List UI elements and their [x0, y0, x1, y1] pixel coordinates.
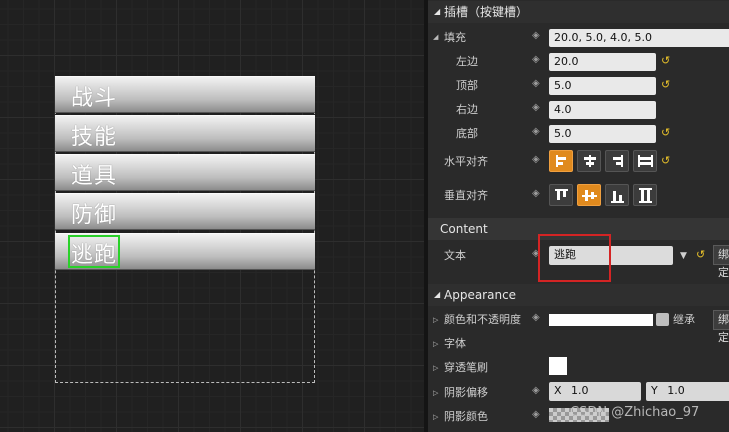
padding-right-field[interactable]: 4.0 — [549, 101, 656, 119]
expand-arrow-icon[interactable]: ▷ — [433, 316, 438, 324]
reset-arrow-icon[interactable]: ↺ — [661, 78, 670, 91]
halign-left-icon[interactable] — [549, 150, 573, 172]
right-label: 右边 — [456, 103, 478, 116]
bind-button[interactable]: 绑定 — [713, 310, 729, 344]
padding-top-field[interactable]: 5.0 — [549, 77, 656, 95]
padding-bottom-field[interactable]: 5.0 — [549, 125, 656, 143]
binding-diamond-icon[interactable]: ◈ — [532, 188, 540, 199]
content-section-title: Content — [440, 222, 488, 236]
text-label: 文本 — [444, 249, 466, 262]
designer-canvas[interactable]: 战斗 技能 道具 防御 逃跑 — [0, 0, 424, 432]
padding-label: 填充 — [444, 31, 466, 44]
padding-left-field[interactable]: 20.0 — [549, 53, 656, 71]
content-section-header[interactable]: Content — [428, 218, 729, 240]
appearance-section-title: Appearance — [444, 288, 517, 302]
menu-button-escape[interactable]: 逃跑 — [55, 233, 315, 270]
binding-diamond-icon[interactable]: ◈ — [532, 312, 540, 323]
reset-arrow-icon[interactable]: ↺ — [661, 154, 670, 167]
x-prefix: X — [554, 384, 562, 397]
top-label: 顶部 — [456, 79, 478, 92]
menu-button-item[interactable]: 道具 — [55, 154, 315, 191]
menu-button-skill[interactable]: 技能 — [55, 115, 315, 152]
expand-arrow-icon[interactable]: ▷ — [433, 340, 438, 348]
expand-arrow-icon[interactable]: ▷ — [433, 389, 438, 397]
collapse-arrow-icon[interactable]: ◢ — [434, 1, 440, 23]
valign-bottom-icon[interactable] — [605, 184, 629, 206]
menu-button-label: 战斗 — [71, 86, 118, 111]
reset-arrow-icon[interactable]: ↺ — [661, 126, 670, 139]
valign-top-icon[interactable] — [549, 184, 573, 206]
halign-center-icon[interactable] — [577, 150, 601, 172]
inherit-label: 继承 — [673, 313, 695, 326]
menu-button-label: 道具 — [71, 164, 118, 189]
bottom-label: 底部 — [456, 127, 478, 140]
valign-fill-icon[interactable] — [633, 184, 657, 206]
padding-field[interactable]: 20.0, 5.0, 4.0, 5.0 — [549, 29, 729, 47]
slot-section-header[interactable]: ◢ 插槽（按键槽） — [428, 1, 729, 23]
details-panel: ◢ 插槽（按键槽） ◢ 填充 ◈ 20.0, 5.0, 4.0, 5.0 左边 … — [424, 0, 729, 432]
dropdown-arrow-icon[interactable]: ▼ — [680, 249, 687, 263]
halign-label: 水平对齐 — [444, 155, 488, 168]
expand-arrow-icon[interactable]: ▷ — [433, 413, 438, 421]
font-label: 字体 — [444, 337, 466, 350]
binding-diamond-icon[interactable]: ◈ — [532, 409, 540, 420]
binding-diamond-icon[interactable]: ◈ — [532, 54, 540, 65]
reset-arrow-icon[interactable]: ↺ — [661, 54, 670, 67]
collapse-arrow-icon[interactable]: ◢ — [434, 284, 440, 306]
menu-button-label: 防御 — [71, 203, 118, 228]
bind-button[interactable]: 绑定 — [713, 245, 729, 279]
slot-section-title: 插槽（按键槽） — [444, 5, 529, 19]
menu-button-label: 技能 — [71, 125, 118, 150]
y-prefix: Y — [651, 384, 658, 397]
shadow-color-label: 阴影颜色 — [444, 410, 488, 423]
strike-brush-label: 穿透笔刷 — [444, 361, 488, 374]
binding-diamond-icon[interactable]: ◈ — [532, 30, 540, 41]
menu-button-label: 逃跑 — [71, 243, 118, 268]
y-value: 1.0 — [667, 384, 685, 397]
shadow-offset-label: 阴影偏移 — [444, 386, 488, 399]
expand-arrow-icon[interactable]: ▷ — [433, 364, 438, 372]
valign-center-icon[interactable] — [577, 184, 601, 206]
valign-label: 垂直对齐 — [444, 189, 488, 202]
color-swatch[interactable] — [549, 314, 653, 326]
menu-button-defend[interactable]: 防御 — [55, 193, 315, 230]
menu-button-fight[interactable]: 战斗 — [55, 76, 315, 113]
text-input[interactable]: 逃跑 — [549, 246, 673, 265]
binding-diamond-icon[interactable]: ◈ — [532, 154, 540, 165]
color-label: 颜色和不透明度 — [444, 313, 521, 326]
binding-diamond-icon[interactable]: ◈ — [532, 102, 540, 113]
binding-diamond-icon[interactable]: ◈ — [532, 248, 540, 259]
appearance-section-header[interactable]: ◢ Appearance — [428, 284, 729, 306]
left-label: 左边 — [456, 55, 478, 68]
watermark: CSDN @Zhichao_97 — [570, 405, 700, 420]
binding-diamond-icon[interactable]: ◈ — [532, 126, 540, 137]
halign-fill-icon[interactable] — [633, 150, 657, 172]
halign-right-icon[interactable] — [605, 150, 629, 172]
shadow-offset-x-field[interactable]: X 1.0 — [549, 382, 641, 401]
reset-arrow-icon[interactable]: ↺ — [696, 248, 705, 261]
binding-diamond-icon[interactable]: ◈ — [532, 78, 540, 89]
x-value: 1.0 — [571, 384, 589, 397]
binding-diamond-icon[interactable]: ◈ — [532, 385, 540, 396]
inherit-checkbox[interactable] — [656, 313, 669, 326]
shadow-offset-y-field[interactable]: Y 1.0 — [646, 382, 729, 401]
strike-brush-swatch[interactable] — [549, 357, 567, 375]
expand-arrow-icon[interactable]: ◢ — [433, 33, 438, 41]
